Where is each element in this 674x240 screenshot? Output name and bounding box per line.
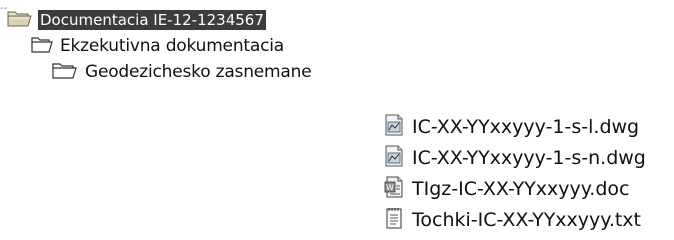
open-folder-icon (30, 34, 54, 58)
open-folder-icon (6, 8, 34, 32)
tree-item-root[interactable]: Documentacia IE-12-1234567 (6, 7, 266, 33)
tree-item-root-label: Documentacia IE-12-1234567 (38, 10, 266, 30)
file-item-1[interactable]: IC-XX-YYxxyyy-1-s-l.dwg (382, 114, 639, 140)
doc-file-icon: W (382, 175, 406, 203)
file-item-2-label: IC-XX-YYxxyyy-1-s-n.dwg (412, 147, 646, 169)
file-item-3[interactable]: W TIgz-IC-XX-YYxxyyy.doc (382, 176, 629, 202)
tree-item-grandchild[interactable]: Geodezichesko zasnemane (51, 59, 312, 85)
tree-item-grandchild-label: Geodezichesko zasnemane (85, 62, 312, 82)
tree-item-child-label: Ekzekutivna dokumentacia (60, 36, 284, 56)
txt-file-icon (382, 206, 406, 234)
tree-item-child[interactable]: Ekzekutivna dokumentacia (30, 33, 284, 59)
open-folder-icon (51, 60, 79, 84)
svg-text:W: W (386, 183, 394, 192)
file-item-1-label: IC-XX-YYxxyyy-1-s-l.dwg (412, 116, 640, 138)
file-item-4-label: Tochki-IC-XX-YYxxyyy.txt (412, 209, 642, 231)
file-item-3-label: TIgz-IC-XX-YYxxyyy.doc (412, 178, 630, 200)
file-item-4[interactable]: Tochki-IC-XX-YYxxyyy.txt (382, 207, 641, 233)
dwg-file-icon (382, 113, 406, 141)
file-item-2[interactable]: IC-XX-YYxxyyy-1-s-n.dwg (382, 145, 646, 171)
dwg-file-icon (382, 144, 406, 172)
